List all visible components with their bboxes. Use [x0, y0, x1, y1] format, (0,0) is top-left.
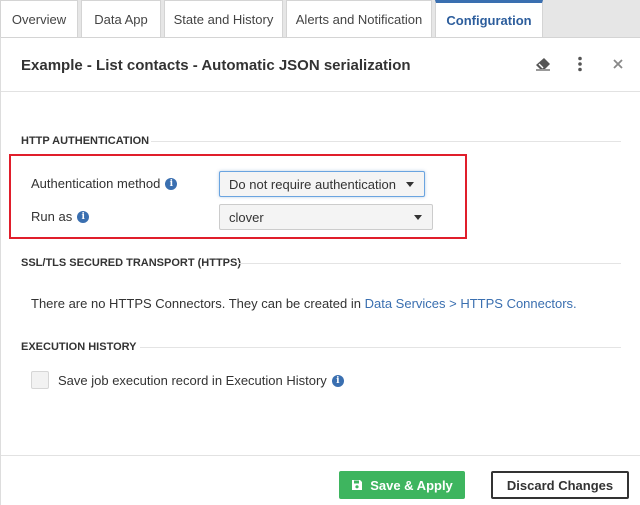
discard-changes-button[interactable]: Discard Changes	[491, 471, 629, 499]
tab-state-and-history[interactable]: State and History	[164, 0, 283, 37]
page-title: Example - List contacts - Automatic JSON…	[21, 57, 411, 74]
chevron-down-icon	[414, 215, 422, 220]
tab-configuration[interactable]: Configuration	[435, 0, 543, 38]
save-execution-record-label-text: Save job execution record in Execution H…	[58, 373, 327, 388]
save-apply-button[interactable]: Save & Apply	[339, 471, 465, 499]
info-icon[interactable]: i	[77, 210, 90, 223]
run-as-label: Run as i	[31, 209, 90, 224]
section-divider	[238, 263, 621, 264]
https-connectors-link[interactable]: Data Services > HTTPS Connectors.	[365, 296, 577, 311]
chevron-down-icon	[406, 182, 414, 187]
execution-history-section-title: EXECUTION HISTORY	[21, 341, 137, 353]
info-icon[interactable]: i	[331, 374, 344, 387]
run-as-label-text: Run as	[31, 209, 73, 224]
ssl-section-title: SSL/TLS SECURED TRANSPORT (HTTPS)	[21, 257, 242, 269]
https-message-text: There are no HTTPS Connectors. They can …	[31, 296, 365, 311]
panel-footer: Save & Apply Discard Changes	[1, 455, 640, 505]
auth-method-label-text: Authentication method	[31, 176, 161, 191]
eraser-icon[interactable]	[531, 52, 555, 76]
section-divider	[151, 141, 621, 142]
save-apply-label: Save & Apply	[370, 477, 453, 493]
tab-alerts-and-notification[interactable]: Alerts and Notification	[286, 0, 432, 37]
section-divider	[140, 347, 621, 348]
tab-overview[interactable]: Overview	[0, 0, 78, 37]
https-message: There are no HTTPS Connectors. They can …	[31, 296, 577, 311]
run-as-select[interactable]: clover	[219, 204, 433, 230]
save-execution-record-label: Save job execution record in Execution H…	[58, 373, 344, 388]
info-icon[interactable]: i	[165, 177, 178, 190]
http-auth-section-title: HTTP AUTHENTICATION	[21, 135, 150, 147]
save-execution-record-checkbox[interactable]	[31, 371, 49, 389]
close-icon[interactable]	[606, 52, 630, 76]
more-vertical-icon[interactable]	[568, 52, 592, 76]
auth-method-select[interactable]: Do not require authentication	[219, 171, 425, 197]
panel-header: Example - List contacts - Automatic JSON…	[1, 38, 640, 92]
auth-method-label: Authentication method i	[31, 176, 178, 191]
configuration-panel: Example - List contacts - Automatic JSON…	[0, 37, 640, 505]
auth-method-value: Do not require authentication	[229, 176, 396, 192]
tab-data-app[interactable]: Data App	[81, 0, 161, 37]
run-as-value: clover	[229, 209, 264, 225]
save-icon	[352, 480, 363, 490]
tab-bar: Overview Data App State and History Aler…	[0, 0, 640, 38]
